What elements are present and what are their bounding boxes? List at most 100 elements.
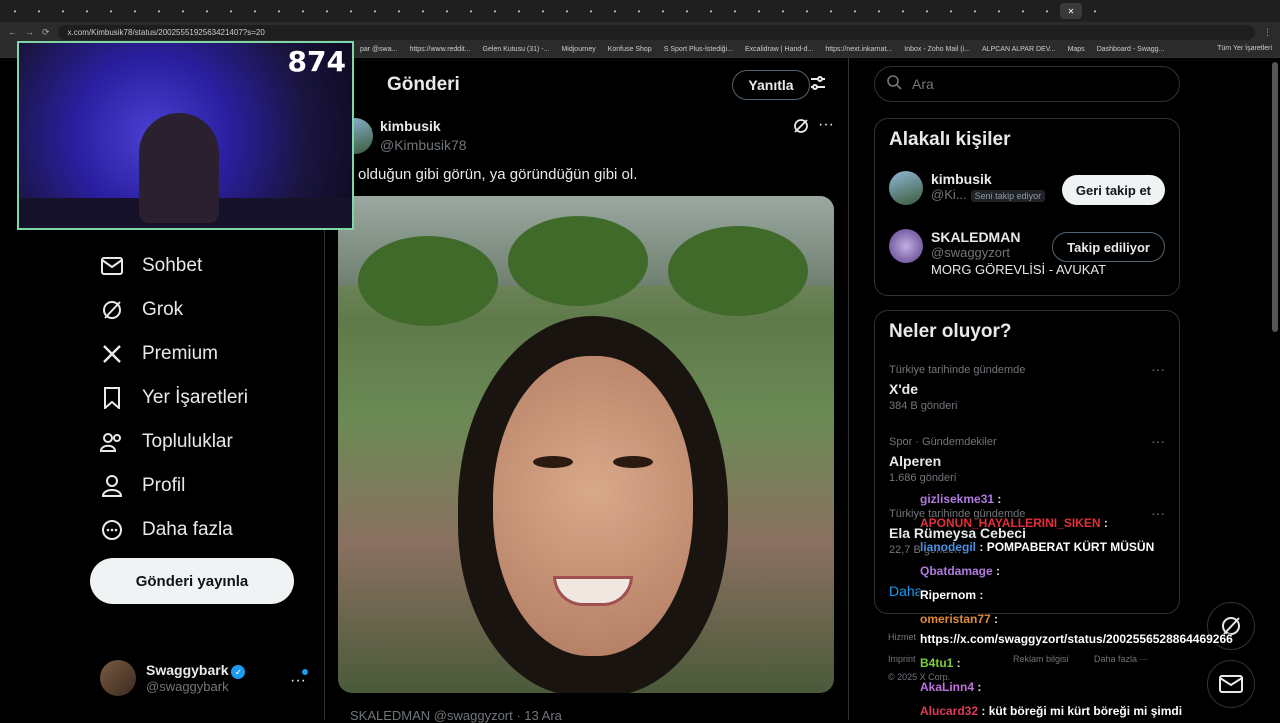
browser-tab[interactable]: • <box>340 3 362 19</box>
messages-fab-icon[interactable] <box>1207 660 1255 708</box>
grok-icon[interactable] <box>793 118 809 139</box>
bookmark-item[interactable]: Konfuse Shop <box>608 46 652 53</box>
browser-tab[interactable]: • <box>964 3 986 19</box>
browser-tab[interactable]: • <box>4 3 26 19</box>
browser-tab[interactable]: • <box>124 3 146 19</box>
browser-tab[interactable]: • <box>100 3 122 19</box>
browser-tab[interactable]: • <box>892 3 914 19</box>
browser-tab[interactable]: • <box>220 3 242 19</box>
browser-tab[interactable]: • <box>508 3 530 19</box>
browser-tab[interactable]: • <box>148 3 170 19</box>
show-more-link[interactable]: Daha <box>889 583 922 599</box>
sliders-icon[interactable] <box>810 75 826 96</box>
following-button[interactable]: Takip ediliyor <box>1052 232 1165 262</box>
tweet-image[interactable] <box>338 196 834 693</box>
browser-tab[interactable]: • <box>1012 3 1034 19</box>
browser-tab[interactable]: • <box>28 3 50 19</box>
bookmark-item[interactable]: Excalidraw | Hand-d... <box>745 46 813 53</box>
footer-link[interactable]: Hizmet <box>888 632 916 642</box>
browser-tab[interactable]: • <box>940 3 962 19</box>
all-bookmarks[interactable]: Tüm Yer İşaretleri <box>1217 45 1272 52</box>
browser-tab[interactable]: • <box>484 3 506 19</box>
nav-item-grok[interactable]: Grok <box>100 298 183 322</box>
browser-tab[interactable]: • <box>772 3 794 19</box>
browser-tab[interactable]: • <box>748 3 770 19</box>
browser-tab[interactable]: • <box>724 3 746 19</box>
nav-item-sohbet[interactable]: Sohbet <box>100 254 202 278</box>
back-icon[interactable]: ← <box>8 27 17 37</box>
browser-tab[interactable]: • <box>604 3 626 19</box>
browser-tab[interactable]: • <box>556 3 578 19</box>
nav-label-more: Daha fazla <box>142 519 233 540</box>
url-field[interactable]: x.com/Kimbusik78/status/2002555192563421… <box>57 24 1255 40</box>
tweet-author-handle[interactable]: @Kimbusik78 <box>380 137 467 153</box>
bookmark-item[interactable]: S Sport Plus-İstediği... <box>664 46 733 53</box>
browser-tab[interactable]: • <box>628 3 650 19</box>
trend-item[interactable]: Spor · Gündemdekiler Alperen 1.686 gönde… <box>889 435 997 487</box>
tweet-author-name[interactable]: kimbusik <box>380 118 441 134</box>
browser-tab[interactable]: ✕ <box>1060 3 1082 19</box>
nav-item-more[interactable]: Daha fazla <box>100 518 233 542</box>
bookmark-item[interactable]: Dashboard - Swagg... <box>1097 46 1165 53</box>
browser-tab[interactable]: • <box>916 3 938 19</box>
extensions-icon[interactable]: ⋮ <box>1263 27 1272 38</box>
browser-tab[interactable]: • <box>580 3 602 19</box>
search-input[interactable]: Ara <box>874 66 1180 102</box>
browser-tab[interactable]: • <box>460 3 482 19</box>
trend-count: 1.686 gönderi <box>889 472 957 485</box>
browser-tab[interactable]: • <box>388 3 410 19</box>
nav-item-communities[interactable]: Topluluklar <box>100 430 233 454</box>
browser-tab[interactable]: • <box>76 3 98 19</box>
footer-link[interactable]: Imprint <box>888 654 916 664</box>
browser-tab[interactable]: • <box>316 3 338 19</box>
browser-tab[interactable]: • <box>436 3 458 19</box>
browser-tab[interactable]: • <box>52 3 74 19</box>
account-switcher[interactable]: Swaggybark ✓ @swaggybark <box>100 660 246 696</box>
browser-tab[interactable]: • <box>676 3 698 19</box>
nav-item-profile[interactable]: Profil <box>100 474 185 498</box>
browser-tab[interactable]: • <box>700 3 722 19</box>
trend-more-icon[interactable]: ··· <box>1151 505 1165 521</box>
browser-tab[interactable]: • <box>172 3 194 19</box>
forward-icon[interactable]: → <box>25 27 34 37</box>
reply-button[interactable]: Yanıtla <box>732 70 810 100</box>
browser-tab[interactable]: • <box>532 3 554 19</box>
bookmark-item[interactable]: Gelen Kutusu (31) -... <box>483 46 550 53</box>
browser-tab[interactable]: • <box>988 3 1010 19</box>
follow-back-button[interactable]: Geri takip et <box>1061 175 1165 205</box>
reload-icon[interactable]: ⟳ <box>42 27 50 38</box>
bookmark-item[interactable]: https://www.reddit... <box>409 46 470 53</box>
post-button[interactable]: Gönderi yayınla <box>90 558 294 604</box>
bookmark-item[interactable]: par @swa... <box>360 46 397 53</box>
nav-item-premium[interactable]: Premium <box>100 342 218 366</box>
browser-tab[interactable]: • <box>292 3 314 19</box>
footer-link[interactable]: Daha fazla ··· <box>1094 654 1149 664</box>
nav-item-bookmarks[interactable]: Yer İşaretleri <box>100 386 248 410</box>
browser-tab[interactable]: • <box>1084 3 1106 19</box>
next-tweet-preview[interactable]: SKALEDMAN @swaggyzort · 13 Ara <box>350 708 562 723</box>
browser-tab[interactable]: • <box>364 3 386 19</box>
browser-tab[interactable]: • <box>196 3 218 19</box>
trend-item[interactable]: Türkiye tarihinde gündemde X'de 384 B gö… <box>889 363 1025 415</box>
trend-more-icon[interactable]: ··· <box>1151 433 1165 449</box>
browser-tab[interactable]: • <box>820 3 842 19</box>
scrollbar[interactable] <box>1272 62 1278 332</box>
browser-tab[interactable]: • <box>244 3 266 19</box>
bookmark-item[interactable]: Inbox - Zoho Mail (i... <box>904 46 970 53</box>
bookmark-item[interactable]: Midjourney <box>561 46 595 53</box>
browser-tab[interactable]: • <box>1036 3 1058 19</box>
footer-link[interactable]: Reklam bilgisi <box>1013 654 1069 664</box>
related-person[interactable]: kimbusik @Ki... Seni takip ediyor <box>889 171 1046 205</box>
trend-more-icon[interactable]: ··· <box>1151 361 1165 377</box>
browser-tab[interactable]: • <box>652 3 674 19</box>
browser-tab[interactable]: • <box>844 3 866 19</box>
browser-tab[interactable]: • <box>796 3 818 19</box>
bookmark-item[interactable]: ALPCAN ALPAR DEV... <box>982 46 1056 53</box>
bookmark-item[interactable]: Maps <box>1068 46 1085 53</box>
browser-tab[interactable]: • <box>868 3 890 19</box>
tweet-more-icon[interactable]: ··· <box>818 116 834 134</box>
bookmark-item[interactable]: https://next.inkarnat... <box>825 46 892 53</box>
chat-username: AkaLinn4 <box>920 680 975 694</box>
browser-tab[interactable]: • <box>268 3 290 19</box>
browser-tab[interactable]: • <box>412 3 434 19</box>
